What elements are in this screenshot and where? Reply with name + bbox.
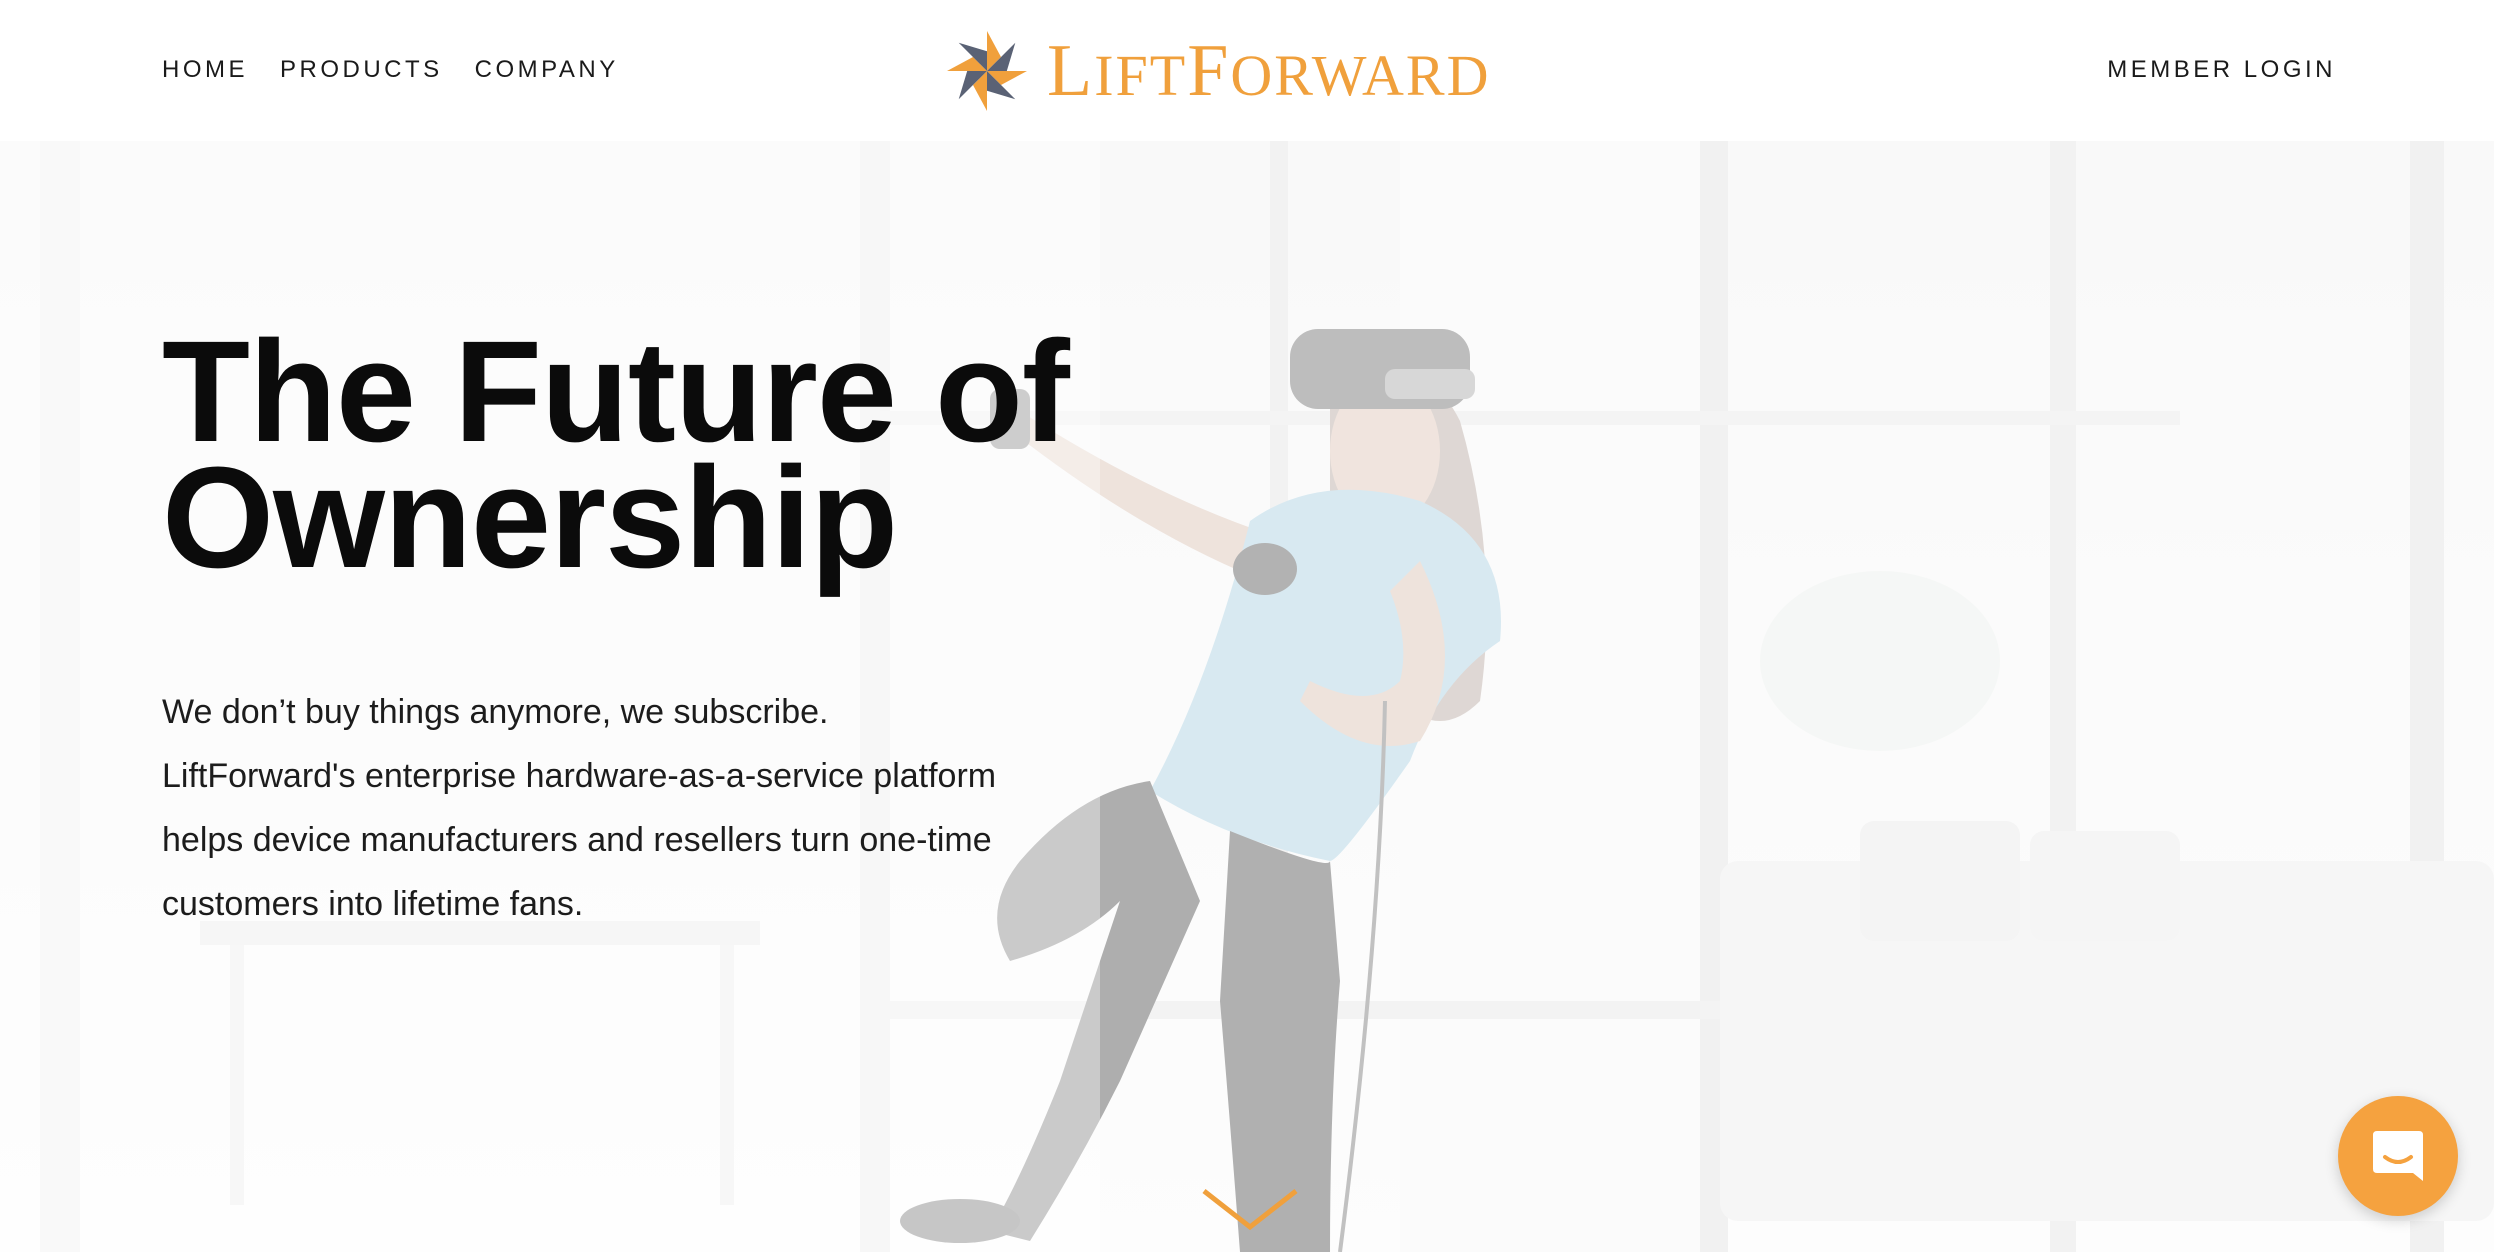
chat-launcher-button[interactable] (2338, 1096, 2458, 1216)
main-nav: HOME PRODUCTS COMPANY (162, 56, 619, 84)
nav-company-link[interactable]: COMPANY (475, 56, 619, 84)
member-login-link[interactable]: MEMBER LOGIN (2107, 56, 2336, 84)
logo-rest-ift: IFT (1094, 43, 1188, 108)
scroll-down-button[interactable] (1200, 1185, 1300, 1235)
hero-description: We don’t buy things anymore, we subscrib… (162, 680, 1082, 936)
logo-initial-l: L (1047, 30, 1095, 112)
logo-initial-f: F (1187, 30, 1231, 112)
hero-title: The Future of Ownership (162, 320, 1162, 598)
hero-section: The Future of Ownership We don’t buy thi… (0, 141, 2494, 1252)
hero-title-line: Ownership (162, 437, 898, 598)
site-header: HOME PRODUCTS COMPANY LIFTFORWARD MEMBER… (0, 0, 2494, 141)
chat-bubble-icon (2373, 1131, 2423, 1181)
nav-home-link[interactable]: HOME (162, 56, 248, 84)
nav-products-link[interactable]: PRODUCTS (280, 56, 443, 84)
liftforward-logo[interactable]: LIFTFORWARD (945, 26, 1491, 116)
logo-rest-orward: ORWARD (1230, 43, 1491, 108)
pinwheel-icon (947, 31, 1027, 111)
hero-description-line: We don’t buy things anymore, we subscrib… (162, 693, 829, 731)
hero-description-line: customers into lifetime fans. (162, 885, 584, 923)
chevron-down-icon (1202, 1189, 1298, 1231)
logo-wordmark: LIFTFORWARD (1047, 34, 1491, 108)
page: HOME PRODUCTS COMPANY LIFTFORWARD MEMBER… (0, 0, 2494, 1252)
hero-description-line: helps device manufacturers and resellers… (162, 821, 992, 859)
hero-description-line: LiftForward's enterprise hardware-as-a-s… (162, 757, 997, 795)
